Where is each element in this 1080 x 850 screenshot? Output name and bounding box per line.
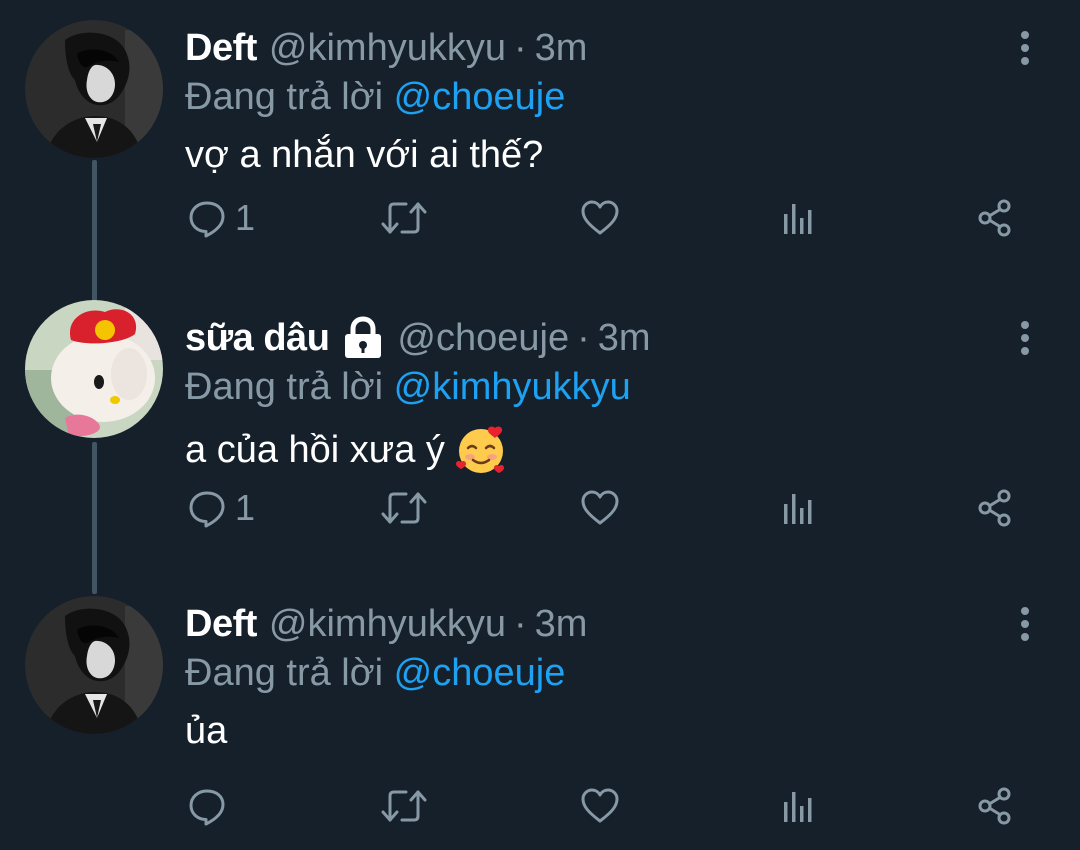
reply-button[interactable] <box>187 778 235 834</box>
avatar[interactable] <box>25 20 163 158</box>
reply-count: 1 <box>235 197 256 238</box>
heart-icon <box>580 786 620 826</box>
analytics-icon <box>778 786 818 826</box>
reply-icon <box>187 786 227 826</box>
separator-dot: · <box>577 316 590 359</box>
share-icon <box>975 488 1015 528</box>
reply-count: 1 <box>235 487 256 528</box>
more-options-icon[interactable] <box>1010 604 1040 644</box>
reply-icon <box>187 198 227 238</box>
analytics-icon <box>778 488 818 528</box>
tweet[interactable]: Deft @kimhyukkyu · 3m Đang trả lời @choe… <box>0 0 1080 285</box>
tweet-text: a của hồi xưa ý <box>185 424 507 476</box>
user-handle[interactable]: @choeuje <box>397 317 569 360</box>
mention-link[interactable]: @kimhyukkyu <box>394 366 631 408</box>
tweet-header: sữa dâu @choeuje · 3m <box>185 312 651 364</box>
retweet-icon <box>380 198 428 238</box>
replying-to-label: Đang trả lời <box>185 76 384 118</box>
share-button[interactable] <box>975 190 1015 246</box>
reply-icon <box>187 488 227 528</box>
like-button[interactable] <box>580 778 620 834</box>
timestamp[interactable]: 3m <box>535 27 588 70</box>
separator-dot: · <box>513 26 527 69</box>
more-options-icon[interactable] <box>1010 318 1040 358</box>
mention-link[interactable]: @choeuje <box>394 652 566 694</box>
hello-kitty-avatar-image <box>25 300 163 438</box>
man-portrait-avatar-image <box>25 20 163 158</box>
like-button[interactable] <box>580 480 620 536</box>
tweet-text-content: a của hồi xưa ý <box>185 428 445 471</box>
retweet-button[interactable] <box>380 778 428 834</box>
action-bar: 1 <box>0 190 1080 246</box>
tweet-text: vợ a nhắn với ai thế? <box>185 134 543 177</box>
timestamp[interactable]: 3m <box>598 317 651 360</box>
share-button[interactable] <box>975 480 1015 536</box>
man-portrait-avatar-image <box>25 596 163 734</box>
user-handle[interactable]: @kimhyukkyu <box>269 603 506 646</box>
replying-to: Đang trả lời @choeuje <box>185 652 565 695</box>
tweet-header: Deft @kimhyukkyu · 3m <box>185 22 587 74</box>
share-icon <box>975 786 1015 826</box>
display-name[interactable]: Deft <box>185 603 257 646</box>
tweet-header: Deft @kimhyukkyu · 3m <box>185 598 587 650</box>
reply-button[interactable]: 1 <box>187 190 255 246</box>
lock-icon <box>341 316 385 360</box>
analytics-button[interactable] <box>778 190 818 246</box>
action-bar <box>0 778 1080 834</box>
tweet[interactable]: Deft @kimhyukkyu · 3m Đang trả lời @choe… <box>0 576 1080 850</box>
timestamp[interactable]: 3m <box>535 603 588 646</box>
replying-to: Đang trả lời @kimhyukkyu <box>185 366 631 409</box>
avatar[interactable] <box>25 300 163 438</box>
analytics-icon <box>778 198 818 238</box>
replying-to-label: Đang trả lời <box>185 652 384 694</box>
more-options-icon[interactable] <box>1010 28 1040 68</box>
separator-dot: · <box>513 602 527 645</box>
display-name[interactable]: sữa dâu <box>185 317 330 360</box>
analytics-button[interactable] <box>778 480 818 536</box>
retweet-icon <box>380 786 428 826</box>
mention-link[interactable]: @choeuje <box>394 76 566 118</box>
heart-icon <box>580 488 620 528</box>
retweet-button[interactable] <box>380 190 428 246</box>
reply-button[interactable]: 1 <box>187 480 255 536</box>
share-button[interactable] <box>975 778 1015 834</box>
tweet-text: ủa <box>185 710 227 753</box>
tweet-text-content: ủa <box>185 710 228 752</box>
replying-to: Đang trả lời @choeuje <box>185 76 565 119</box>
display-name[interactable]: Deft <box>185 27 257 70</box>
tweet[interactable]: sữa dâu @choeuje · 3m Đang trả lời @kimh… <box>0 290 1080 575</box>
avatar[interactable] <box>25 596 163 734</box>
analytics-button[interactable] <box>778 778 818 834</box>
user-handle[interactable]: @kimhyukkyu <box>269 27 506 70</box>
like-button[interactable] <box>580 190 620 246</box>
retweet-icon <box>380 488 428 528</box>
replying-to-label: Đang trả lời <box>185 366 384 408</box>
heart-icon <box>580 198 620 238</box>
action-bar: 1 <box>0 480 1080 536</box>
tweet-text-content: vợ a nhắn với ai thế? <box>185 134 544 176</box>
timeline: Deft @kimhyukkyu · 3m Đang trả lời @choe… <box>0 0 1080 850</box>
share-icon <box>975 198 1015 238</box>
retweet-button[interactable] <box>380 480 428 536</box>
smiling-face-with-hearts-emoji <box>455 424 507 476</box>
